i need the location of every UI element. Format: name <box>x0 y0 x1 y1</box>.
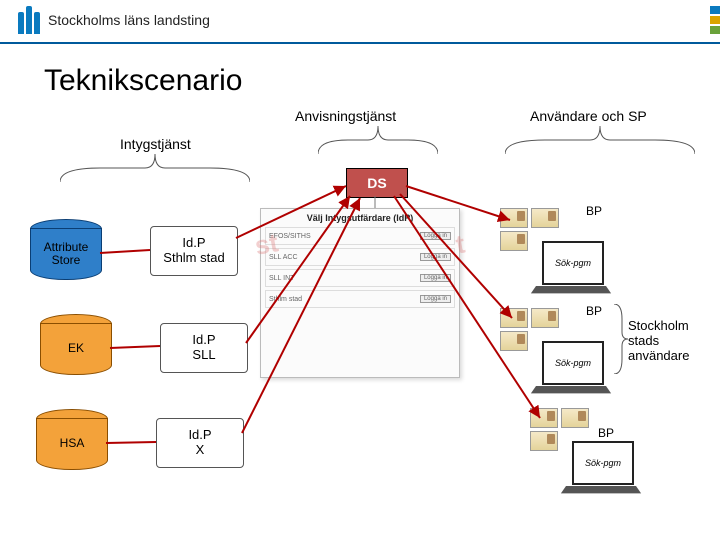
node-hsa: HSA <box>36 418 106 476</box>
screen-text: Sök-pgm <box>542 341 604 385</box>
screenshot-row: EFOS/SITHSLogga in <box>265 227 455 245</box>
screenshot-row: Sthlm stadLogga in <box>265 290 455 308</box>
node-idp-sll: Id.P SLL <box>160 323 248 373</box>
attribute-store-label: Attribute Store <box>30 228 102 280</box>
node-ek: EK <box>40 323 110 381</box>
bp-label: BP <box>586 204 602 218</box>
header: Stockholms läns landsting <box>0 0 720 44</box>
watermark-right: t <box>454 228 468 260</box>
label-stockholm-users: Stockholm stads användare <box>628 318 689 363</box>
screenshot-row: SLL INTLogga in <box>265 269 455 287</box>
bp-label: BP <box>598 426 614 440</box>
node-attribute-store: Attribute Store <box>30 228 100 286</box>
node-idp-x: Id.P X <box>156 418 244 468</box>
edge-decor-icon <box>710 6 720 34</box>
idp-selector-screenshot: Välj Intygsutfärdare (IdP) EFOS/SITHSLog… <box>260 208 460 378</box>
brace-anvisning-icon <box>318 126 438 154</box>
laptop-icon: Sök-pgm <box>566 441 636 496</box>
client-1: BP Sök-pgm <box>500 208 610 296</box>
diagram-stage: Anvisningstjänst Användare och SP Intygs… <box>0 108 720 548</box>
label-intyg: Intygstjänst <box>120 136 191 152</box>
node-ds: DS <box>346 168 408 198</box>
label-anvisning: Anvisningstjänst <box>295 108 396 124</box>
logo: Stockholms läns landsting <box>18 6 210 34</box>
client-3: BP Sök-pgm <box>530 408 640 496</box>
laptop-icon: Sök-pgm <box>536 341 606 396</box>
screenshot-row: SLL ACCLogga in <box>265 248 455 266</box>
laptop-icon: Sök-pgm <box>536 241 606 296</box>
client-2: BP Sök-pgm <box>500 308 610 396</box>
brace-intyg-icon <box>60 154 250 182</box>
brace-stockholm-icon <box>614 304 628 374</box>
bp-label: BP <box>586 304 602 318</box>
logo-mark-icon <box>18 6 40 34</box>
node-idp-sthlm: Id.P Sthlm stad <box>150 226 238 276</box>
label-anvandare: Användare och SP <box>530 108 647 124</box>
ek-label: EK <box>40 323 112 375</box>
screen-text: Sök-pgm <box>572 441 634 485</box>
page-title: Teknikscenario <box>44 64 720 98</box>
screen-text: Sök-pgm <box>542 241 604 285</box>
hsa-label: HSA <box>36 418 108 470</box>
brace-anvandare-icon <box>505 126 695 154</box>
org-name: Stockholms läns landsting <box>48 12 210 28</box>
screenshot-title: Välj Intygsutfärdare (IdP) <box>265 213 455 223</box>
